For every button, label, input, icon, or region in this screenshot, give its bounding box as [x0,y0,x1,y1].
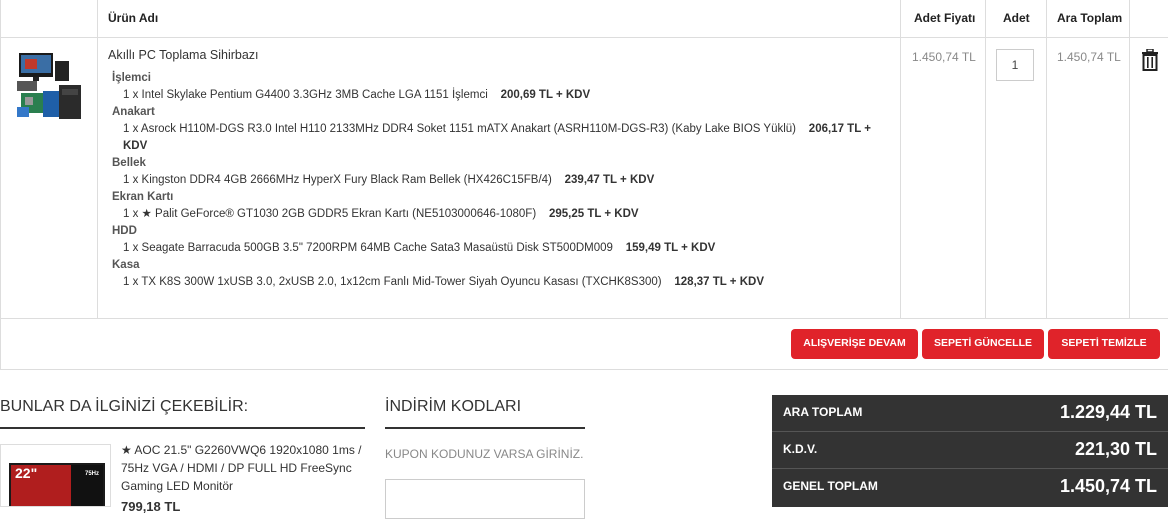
part-price: 295,25 TL + KDV [548,208,639,220]
part-text: 1 x Asrock H110M-DGS R3.0 Intel H110 213… [123,123,797,135]
continue-shopping-button[interactable]: ALIŞVERİŞE DEVAM [791,329,918,359]
update-cart-button[interactable]: SEPETİ GÜNCELLE [922,329,1044,359]
trash-icon[interactable] [1140,49,1160,71]
part-price: 159,49 TL + KDV [625,242,716,254]
parts-list: İşlemci 1 x Intel Skylake Pentium G4400 … [112,70,892,291]
clear-cart-button[interactable]: SEPETİ TEMİZLE [1048,329,1160,359]
part-text: 1 x Seagate Barracuda 500GB 3.5" 7200RPM… [123,242,613,254]
part-line: 1 x Kingston DDR4 4GB 2666MHz HyperX Fur… [112,172,892,189]
recommend-title: BUNLAR DA İLGİNİZİ ÇEKEBİLİR: [0,398,249,415]
grand-total-row: GENEL TOPLAM 1.450,74 TL [772,469,1168,506]
recommend-thumbnail[interactable]: 22" 75Hz [0,444,111,507]
coupon-underline [385,427,585,429]
col-divider [900,0,901,318]
grand-total-label: GENEL TOPLAM [783,479,878,493]
thumb-size-badge: 22" [15,465,38,481]
pc-bundle-image[interactable] [15,51,83,121]
coupon-input[interactable] [385,479,585,519]
header-unit-price: Adet Fiyatı [914,11,976,25]
header-subtotal: Ara Toplam [1057,11,1123,25]
coupon-title: İNDİRİM KODLARI [385,398,522,415]
part-text: 1 x ★ Palit GeForce® GT1030 2GB GDDR5 Ek… [123,208,537,220]
part-price: 200,69 TL + KDV [500,89,591,101]
totals-panel: ARA TOPLAM 1.229,44 TL K.D.V. 221,30 TL … [772,395,1168,507]
header-qty: Adet [1003,11,1030,25]
part-text: 1 x Intel Skylake Pentium G4400 3.3GHz 3… [123,89,488,101]
part-price: 128,37 TL + KDV [674,276,764,288]
part-category: Bellek [112,157,146,169]
part-category: Kasa [112,259,140,271]
part-category: Anakart [112,106,155,118]
part-category: Ekran Kartı [112,191,174,203]
recommend-underline [0,427,365,429]
col-divider [1129,0,1130,318]
subtotal-value: 1.229,44 TL [1059,402,1157,422]
col-divider [985,0,986,318]
part-line: 1 x Intel Skylake Pentium G4400 3.3GHz 3… [112,87,892,104]
header-divider [1,37,1168,38]
subtotal-label: ARA TOPLAM [783,405,863,419]
cart-table: Ürün Adı Adet Fiyatı Adet Ara Toplam Akı… [0,0,1168,370]
recommend-product-name[interactable]: ★ AOC 21.5" G2260VWQ6 1920x1080 1ms / 75… [121,441,366,495]
thumb-hz-badge: 75Hz [85,471,100,477]
col-divider [97,0,98,318]
part-price: 239,47 TL + KDV [564,174,655,186]
coupon-label: KUPON KODUNUZ VARSA GİRİNİZ. [385,447,584,461]
part-text: 1 x Kingston DDR4 4GB 2666MHz HyperX Fur… [123,174,552,186]
part-category: İşlemci [112,72,151,84]
grand-total-value: 1.450,74 TL [1059,476,1157,496]
part-line: 1 x Seagate Barracuda 500GB 3.5" 7200RPM… [112,240,892,257]
tax-row: K.D.V. 221,30 TL [772,432,1168,469]
row-divider [1,318,1168,319]
tax-value: 221,30 TL [1074,439,1157,459]
tax-label: K.D.V. [783,442,818,456]
quantity-input[interactable]: 1 [996,49,1034,81]
part-line: 1 x Asrock H110M-DGS R3.0 Intel H110 213… [112,121,892,155]
subtotal-row: ARA TOPLAM 1.229,44 TL [772,395,1168,432]
product-name[interactable]: Akıllı PC Toplama Sihirbazı [108,48,259,62]
col-divider [1046,0,1047,318]
row-subtotal: 1.450,74 TL [1057,50,1121,64]
table-bottom-border [1,369,1168,370]
part-line: 1 x ★ Palit GeForce® GT1030 2GB GDDR5 Ek… [112,206,892,223]
unit-price: 1.450,74 TL [912,50,976,64]
part-category: HDD [112,225,137,237]
header-product: Ürün Adı [108,11,159,25]
part-text: 1 x TX K8S 300W 1xUSB 3.0, 2xUSB 2.0, 1x… [123,276,662,288]
part-line: 1 x TX K8S 300W 1xUSB 3.0, 2xUSB 2.0, 1x… [112,274,892,291]
